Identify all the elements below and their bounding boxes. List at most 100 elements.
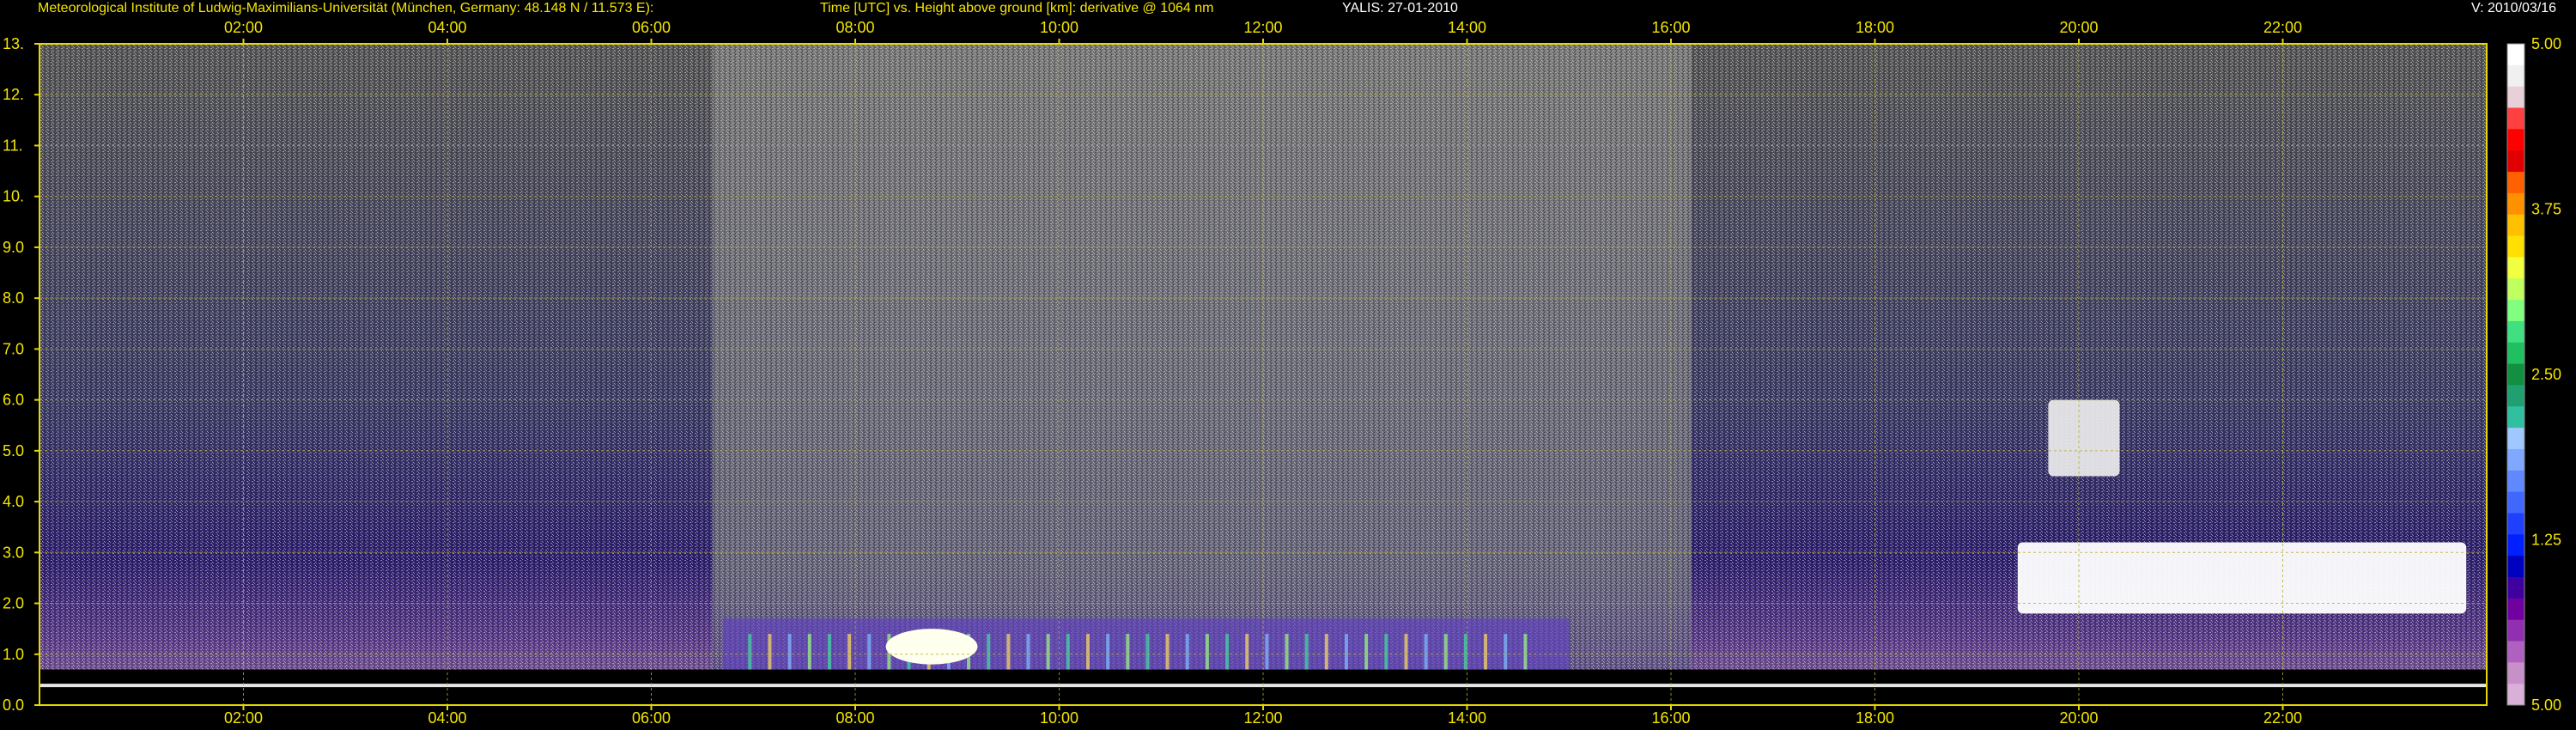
colorbar-segment <box>2507 513 2524 535</box>
feature-boundary-layer-signal-streak <box>1006 634 1011 670</box>
y-tick-label: 2.0 <box>3 595 24 612</box>
colorbar-segment <box>2507 192 2524 216</box>
colorbar-label: 3.75 <box>2531 201 2561 218</box>
colorbar-segment <box>2507 598 2524 621</box>
feature-boundary-layer-signal-streak <box>748 634 752 670</box>
colorbar-segment <box>2507 406 2524 429</box>
y-tick-label: 8.0 <box>3 289 24 307</box>
colorbar-label: 5.00 <box>2531 35 2561 52</box>
colorbar-segment <box>2507 278 2524 301</box>
y-tick-label: 1.0 <box>3 646 24 663</box>
colorbar-segment <box>2507 576 2524 599</box>
colorbar-label: 5.00 <box>2531 697 2561 714</box>
feature-boundary-layer-signal-streak <box>1265 634 1269 670</box>
x-tick-label-top: 22:00 <box>2263 19 2302 36</box>
x-tick-label-top: 06:00 <box>632 19 671 36</box>
colorbar-segment <box>2507 172 2524 194</box>
y-tick-label: 6.0 <box>3 392 24 409</box>
feature-boundary-layer-signal-streak <box>768 634 772 670</box>
colorbar-segment <box>2507 619 2524 642</box>
colorbar-segment <box>2507 448 2524 471</box>
colorbar-segment <box>2507 235 2524 258</box>
feature-boundary-layer-signal-streak <box>1384 634 1388 670</box>
y-tick-label: 9.0 <box>3 239 24 256</box>
feature-boundary-layer-signal-streak <box>1424 634 1428 670</box>
colorbar-segment <box>2507 257 2524 279</box>
feature-boundary-layer-signal-streak <box>1126 634 1130 670</box>
feature-boundary-layer-signal-streak <box>1185 634 1189 670</box>
colorbar-segment <box>2507 300 2524 322</box>
feature-boundary-layer-signal-streak <box>1165 634 1170 670</box>
x-tick-label-bottom: 14:00 <box>1448 709 1486 727</box>
x-tick-label-bottom: 06:00 <box>632 709 671 727</box>
colorbar-segment <box>2507 684 2524 706</box>
feature-boundary-layer-signal-streak <box>1066 634 1070 670</box>
feature-boundary-layer-signal-streak <box>1523 634 1528 670</box>
x-tick-label-bottom: 12:00 <box>1243 709 1282 727</box>
feature-boundary-layer-signal-streak <box>1404 634 1408 670</box>
feature-boundary-layer-signal-streak <box>867 634 872 670</box>
feature-mid-level-cloud <box>2048 399 2120 477</box>
colorbar-segment <box>2507 342 2524 365</box>
x-tick-label-bottom: 22:00 <box>2263 709 2302 727</box>
lidar-time-height-plot: 02:00 02:00 04:00 04:00 06:00 06:00 08:00 08:00… <box>3 19 2561 727</box>
x-tick-label-bottom: 16:00 <box>1651 709 1690 727</box>
colorbar-label: 2.50 <box>2531 366 2561 383</box>
x-tick-label-top: 12:00 <box>1243 19 1282 36</box>
colorbar-segment <box>2507 641 2524 663</box>
x-tick-label-top: 08:00 <box>835 19 874 36</box>
x-tick-label-bottom: 04:00 <box>428 709 466 727</box>
x-tick-label-bottom: 08:00 <box>835 709 874 727</box>
feature-boundary-layer-signal-streak <box>1443 634 1448 670</box>
colorbar-segment <box>2507 662 2524 684</box>
colorbar-segment <box>2507 363 2524 386</box>
feature-boundary-layer-signal-streak <box>1046 634 1050 670</box>
colorbar-segment <box>2507 150 2524 173</box>
colorbar-segment <box>2507 491 2524 514</box>
x-tick-label-bottom: 10:00 <box>1040 709 1078 727</box>
y-tick-label: 4.0 <box>3 493 24 510</box>
y-tick-label: 3.0 <box>3 544 24 561</box>
x-tick-label-bottom: 02:00 <box>224 709 263 727</box>
y-tick-label: 5.0 <box>3 442 24 459</box>
x-tick-label-top: 16:00 <box>1651 19 1690 36</box>
x-tick-label-top: 18:00 <box>1856 19 1894 36</box>
feature-boundary-layer-signal-streak <box>1106 634 1110 670</box>
feature-boundary-layer-signal-streak <box>1026 634 1030 670</box>
feature-boundary-layer-signal-streak <box>1085 634 1090 670</box>
colorbar-segment <box>2507 470 2524 493</box>
y-tick-label: 7.0 <box>3 340 24 357</box>
feature-boundary-layer-signal-streak <box>1145 634 1150 670</box>
feature-boundary-layer-signal-streak <box>807 634 811 670</box>
feature-boundary-layer-signal-streak <box>1484 634 1488 670</box>
x-tick-label-top: 04:00 <box>428 19 466 36</box>
x-tick-label-top: 10:00 <box>1040 19 1078 36</box>
colorbar-segment <box>2507 320 2524 344</box>
feature-low-cloud <box>2017 542 2467 614</box>
colorbar-segment <box>2507 64 2524 88</box>
colorbar-segment <box>2507 385 2524 407</box>
y-tick-label: 10. <box>3 188 24 205</box>
feature-boundary-layer-signal <box>722 618 1570 670</box>
colorbar-segment <box>2507 556 2524 578</box>
feature-boundary-layer-signal-streak <box>987 634 991 670</box>
colorbar-segment <box>2507 129 2524 151</box>
colorbar-label: 1.25 <box>2531 532 2561 549</box>
colorbar-segment <box>2507 428 2524 450</box>
feature-boundary-layer-signal-streak <box>1324 634 1328 670</box>
y-tick-label: 12. <box>3 86 24 103</box>
feature-boundary-layer-signal-streak <box>1245 634 1249 670</box>
feature-boundary-layer-signal-streak <box>787 634 792 670</box>
y-tick-label: 11. <box>3 137 23 154</box>
feature-boundary-layer-signal-streak <box>1504 634 1508 670</box>
feature-boundary-layer-signal-streak <box>827 634 831 670</box>
feature-boundary-layer-signal-streak <box>1364 634 1369 670</box>
x-tick-label-top: 20:00 <box>2059 19 2098 36</box>
y-tick-label: 13. <box>3 35 24 52</box>
colorbar-segment <box>2507 534 2524 557</box>
feature-boundary-layer-signal-streak <box>1205 634 1209 670</box>
x-tick-label-bottom: 20:00 <box>2059 709 2098 727</box>
feature-boundary-layer-signal-streak <box>848 634 852 670</box>
y-tick-label: 0.0 <box>3 697 24 714</box>
feature-boundary-layer-signal-streak <box>1304 634 1309 670</box>
